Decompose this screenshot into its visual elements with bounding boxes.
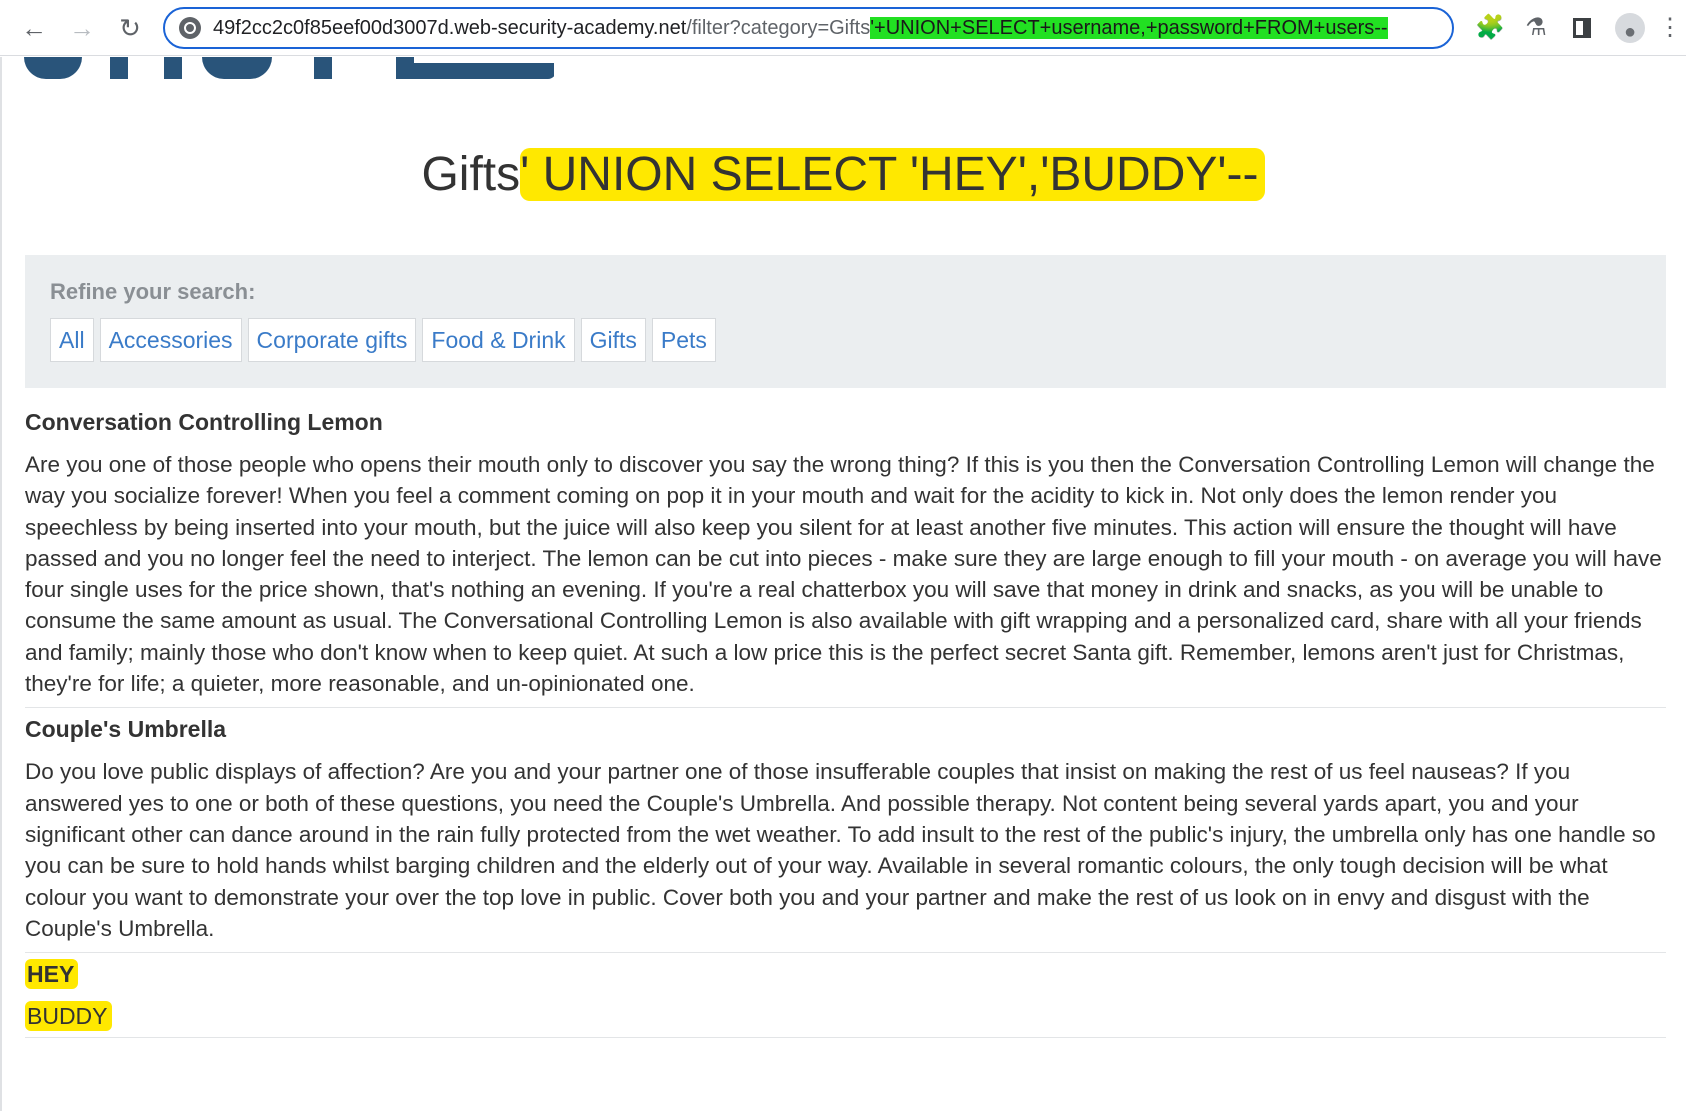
address-bar[interactable]: 49f2cc2c0f85eef00d3007d.web-security-aca… xyxy=(163,7,1454,49)
filter-corporate-gifts[interactable]: Corporate gifts xyxy=(247,318,417,363)
menu-icon[interactable]: ⋮ xyxy=(1658,12,1682,44)
product-description: Do you love public displays of affection… xyxy=(25,759,1656,941)
filter-all[interactable]: All xyxy=(50,318,94,363)
url-injection-highlight: '+UNION+SELECT+username,+password+FROM+u… xyxy=(870,16,1388,39)
back-arrow-icon[interactable]: ← xyxy=(16,10,52,46)
profile-icon[interactable]: ● xyxy=(1614,12,1646,44)
title-injection-highlight: ' UNION SELECT 'HEY','BUDDY'-- xyxy=(520,148,1265,201)
product-title: Couple's Umbrella xyxy=(25,716,227,743)
injected-value-row: BUDDY xyxy=(25,995,1666,1037)
forward-arrow-icon[interactable]: → xyxy=(64,10,100,46)
filter-food-drink[interactable]: Food & Drink xyxy=(422,318,575,363)
title-category: Gifts xyxy=(421,148,521,201)
url-host: 49f2cc2c0f85eef00d3007d.web-security-aca… xyxy=(213,16,687,39)
injected-title-highlight: HEY xyxy=(25,959,79,990)
injected-value-highlight: BUDDY xyxy=(25,1001,112,1032)
extensions-icon[interactable]: 🧩 xyxy=(1474,12,1506,44)
url-path: /filter?category=Gifts xyxy=(686,16,871,39)
product-table: Conversation Controlling Lemon Are you o… xyxy=(25,401,1666,1039)
side-panel-icon[interactable] xyxy=(1566,12,1598,44)
product-title: Conversation Controlling Lemon xyxy=(25,409,383,435)
refine-label: Refine your search: xyxy=(50,279,256,304)
product-description: Are you one of those people who opens th… xyxy=(25,452,1662,697)
page-title: Gifts' UNION SELECT 'HEY','BUDDY'-- xyxy=(0,147,1686,202)
filter-accessories[interactable]: Accessories xyxy=(99,318,242,363)
site-logo[interactable] xyxy=(24,57,554,81)
filter-pets[interactable]: Pets xyxy=(651,318,716,363)
reload-icon[interactable]: ↻ xyxy=(112,10,148,46)
url-text[interactable]: 49f2cc2c0f85eef00d3007d.web-security-aca… xyxy=(213,16,1388,40)
injected-title-row: HEY xyxy=(25,953,1666,995)
site-info-icon[interactable] xyxy=(179,17,201,39)
browser-toolbar: ← → ↻ 49f2cc2c0f85eef00d3007d.web-securi… xyxy=(0,0,1686,56)
category-filters: All Accessories Corporate gifts Food & D… xyxy=(50,318,716,363)
labs-flask-icon[interactable]: ⚗ xyxy=(1520,12,1552,44)
filter-gifts[interactable]: Gifts xyxy=(580,318,646,363)
filter-panel: Refine your search: All Accessories Corp… xyxy=(25,255,1666,388)
row-divider xyxy=(25,1037,1666,1039)
page-content: Gifts' UNION SELECT 'HEY','BUDDY'-- Refi… xyxy=(0,57,1686,1111)
